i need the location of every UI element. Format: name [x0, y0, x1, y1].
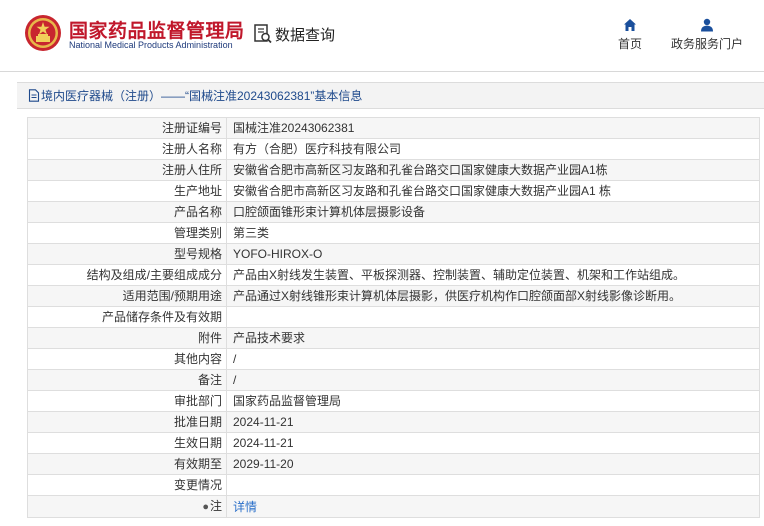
pin-icon: ●: [202, 501, 209, 513]
table-row: 其他内容 /: [27, 348, 760, 370]
field-value: 国械注准20243062381: [226, 117, 760, 139]
field-value: 安徽省合肥市高新区习友路和孔雀台路交口国家健康大数据产业园A1 栋: [226, 180, 760, 202]
field-label: 生产地址: [27, 180, 227, 202]
detail-title-bar: 境内医疗器械（注册）——“国械注准20243062381”基本信息: [17, 82, 764, 109]
field-value: 产品由X射线发生装置、平板探测器、控制装置、辅助定位装置、机架和工作站组成。: [226, 264, 760, 286]
nav-home-label: 首页: [617, 37, 642, 51]
data-query-icon: [254, 24, 272, 44]
user-icon: [701, 18, 713, 32]
field-value: 国家药品监督管理局: [226, 390, 760, 412]
table-row: 有效期至 2029-11-20: [27, 453, 760, 475]
data-query-link[interactable]: 数据查询: [254, 22, 335, 46]
field-value: 产品技术要求: [226, 327, 760, 349]
field-value: 产品通过X射线锥形束计算机体层摄影，供医疗机构作口腔颌面部X射线影像诊断用。: [226, 285, 760, 307]
field-label: 其他内容: [27, 348, 227, 370]
table-row: 产品储存条件及有效期: [27, 306, 760, 328]
field-label: 附件: [27, 327, 227, 349]
data-query-label: 数据查询: [275, 26, 336, 44]
field-value: 第三类: [226, 222, 760, 244]
site-name-english: National Medical Products Administration: [69, 40, 233, 50]
nav-gov-service[interactable]: 政务服务门户: [667, 18, 747, 53]
field-label: 变更情况: [27, 474, 227, 496]
table-row: 注册人住所 安徽省合肥市高新区习友路和孔雀台路交口国家健康大数据产业园A1栋: [27, 159, 760, 181]
details-link[interactable]: 详情: [226, 495, 760, 518]
table-row: 生效日期 2024-11-21: [27, 432, 760, 454]
note-label-cell: ●注: [27, 495, 227, 518]
field-value: YOFO-HIROX-O: [226, 243, 760, 265]
field-label: 产品名称: [27, 201, 227, 223]
nav-gov-service-label: 政务服务门户: [670, 37, 743, 51]
field-label: 产品储存条件及有效期: [27, 306, 227, 328]
header-divider: [0, 71, 764, 72]
detail-table: 注册证编号 国械注准20243062381 注册人名称 有方（合肥）医疗科技有限公司…: [27, 117, 760, 518]
detail-title: 境内医疗器械（注册）——“国械注准20243062381”基本信息: [41, 89, 363, 103]
table-row: 管理类别 第三类: [27, 222, 760, 244]
field-label: 审批部门: [27, 390, 227, 412]
table-row: 生产地址 安徽省合肥市高新区习友路和孔雀台路交口国家健康大数据产业园A1 栋: [27, 180, 760, 202]
field-value: 口腔颌面锥形束计算机体层摄影设备: [226, 201, 760, 223]
table-row: 附件 产品技术要求: [27, 327, 760, 349]
field-value: /: [226, 348, 760, 370]
field-label: 型号规格: [27, 243, 227, 265]
table-row: 审批部门 国家药品监督管理局: [27, 390, 760, 412]
table-row: 型号规格 YOFO-HIROX-O: [27, 243, 760, 265]
field-label: 适用范围/预期用途: [27, 285, 227, 307]
nmpa-emblem-icon[interactable]: [24, 14, 62, 52]
table-row: 注册人名称 有方（合肥）医疗科技有限公司: [27, 138, 760, 160]
field-label: 备注: [27, 369, 227, 391]
field-label: 注册人名称: [27, 138, 227, 160]
field-label: 有效期至: [27, 453, 227, 475]
table-row: 备注 /: [27, 369, 760, 391]
table-row: 产品名称 口腔颌面锥形束计算机体层摄影设备: [27, 201, 760, 223]
table-row: 批准日期 2024-11-21: [27, 411, 760, 433]
field-label: 管理类别: [27, 222, 227, 244]
table-row: 结构及组成/主要组成成分 产品由X射线发生装置、平板探测器、控制装置、辅助定位装置…: [27, 264, 760, 286]
table-row: 变更情况: [27, 474, 760, 496]
field-label: 注册证编号: [27, 117, 227, 139]
table-row: 注册证编号 国械注准20243062381: [27, 117, 760, 139]
site-name: 国家药品监督管理局: [69, 21, 245, 42]
note-row: ●注 详情: [27, 495, 760, 518]
field-value: 安徽省合肥市高新区习友路和孔雀台路交口国家健康大数据产业园A1栋: [226, 159, 760, 181]
field-value: [226, 474, 760, 496]
table-row: 适用范围/预期用途 产品通过X射线锥形束计算机体层摄影，供医疗机构作口腔颌面部X射…: [27, 285, 760, 307]
field-value: 2024-11-21: [226, 432, 760, 454]
field-value: [226, 306, 760, 328]
nav-home[interactable]: 首页: [617, 18, 643, 53]
field-value: 2029-11-20: [226, 453, 760, 475]
document-icon: [28, 89, 40, 102]
field-value: /: [226, 369, 760, 391]
note-label: 注: [209, 499, 222, 513]
field-label: 注册人住所: [27, 159, 227, 181]
field-label: 生效日期: [27, 432, 227, 454]
site-header: 国家药品监督管理局 National Medical Products Admi…: [0, 0, 764, 68]
field-label: 结构及组成/主要组成成分: [27, 264, 227, 286]
field-value: 2024-11-21: [226, 411, 760, 433]
home-icon: [624, 19, 636, 31]
field-label: 批准日期: [27, 411, 227, 433]
field-value: 有方（合肥）医疗科技有限公司: [226, 138, 760, 160]
